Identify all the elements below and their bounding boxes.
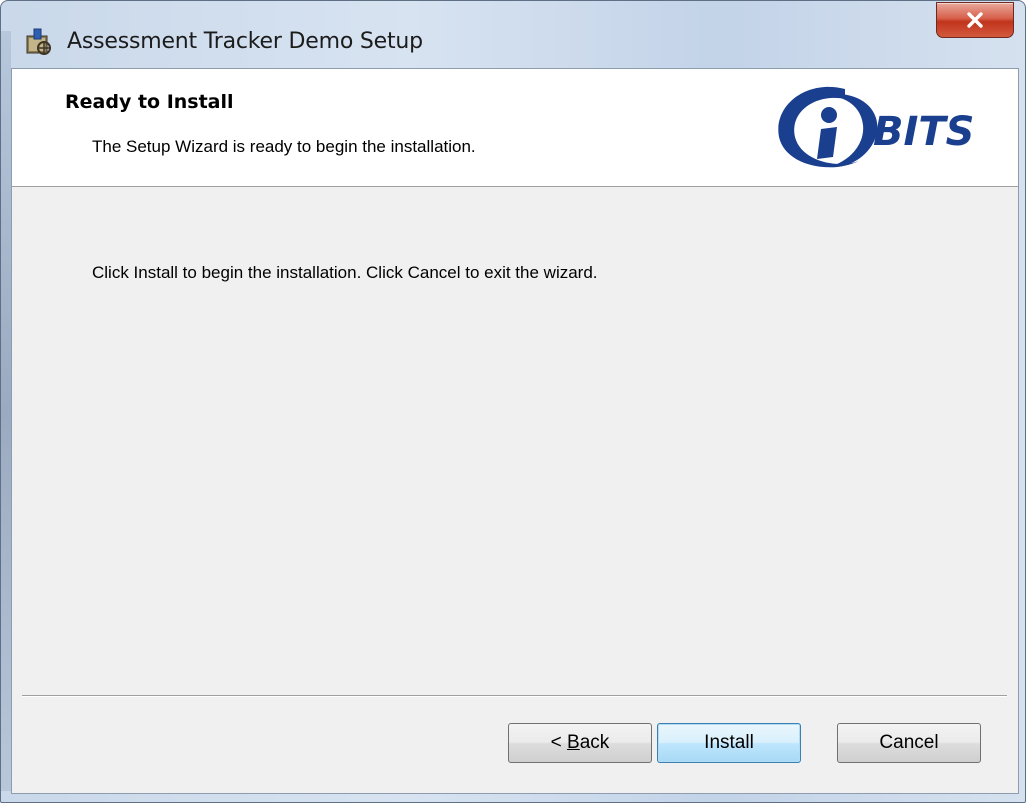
ibits-logo: BITS — [767, 77, 1012, 177]
installer-package-icon — [23, 27, 53, 57]
back-button-prefix: < — [550, 732, 568, 753]
close-button[interactable] — [936, 2, 1014, 38]
instruction-text: Click Install to begin the installation.… — [92, 263, 598, 282]
wizard-client-area: Ready to Install The Setup Wizard is rea… — [11, 68, 1019, 794]
page-subtitle: The Setup Wizard is ready to begin the i… — [92, 137, 476, 156]
cancel-button[interactable]: Cancel — [837, 723, 981, 763]
close-icon — [964, 11, 986, 29]
cancel-button-label: Cancel — [879, 732, 939, 753]
footer-separator — [22, 695, 1007, 697]
window-title: Assessment Tracker Demo Setup — [67, 29, 423, 54]
back-button-rest: ack — [579, 732, 610, 753]
back-button[interactable]: < Back — [508, 723, 652, 763]
install-button-label: Install — [704, 732, 754, 753]
install-button[interactable]: Install — [657, 723, 801, 763]
setup-window: Assessment Tracker Demo Setup Ready to I… — [0, 0, 1026, 803]
title-bar[interactable]: Assessment Tracker Demo Setup — [1, 1, 1026, 63]
back-button-mnemonic: B — [567, 732, 580, 753]
logo-text: BITS — [873, 109, 974, 155]
wizard-banner: Ready to Install The Setup Wizard is rea… — [12, 69, 1018, 187]
page-title: Ready to Install — [65, 91, 234, 113]
